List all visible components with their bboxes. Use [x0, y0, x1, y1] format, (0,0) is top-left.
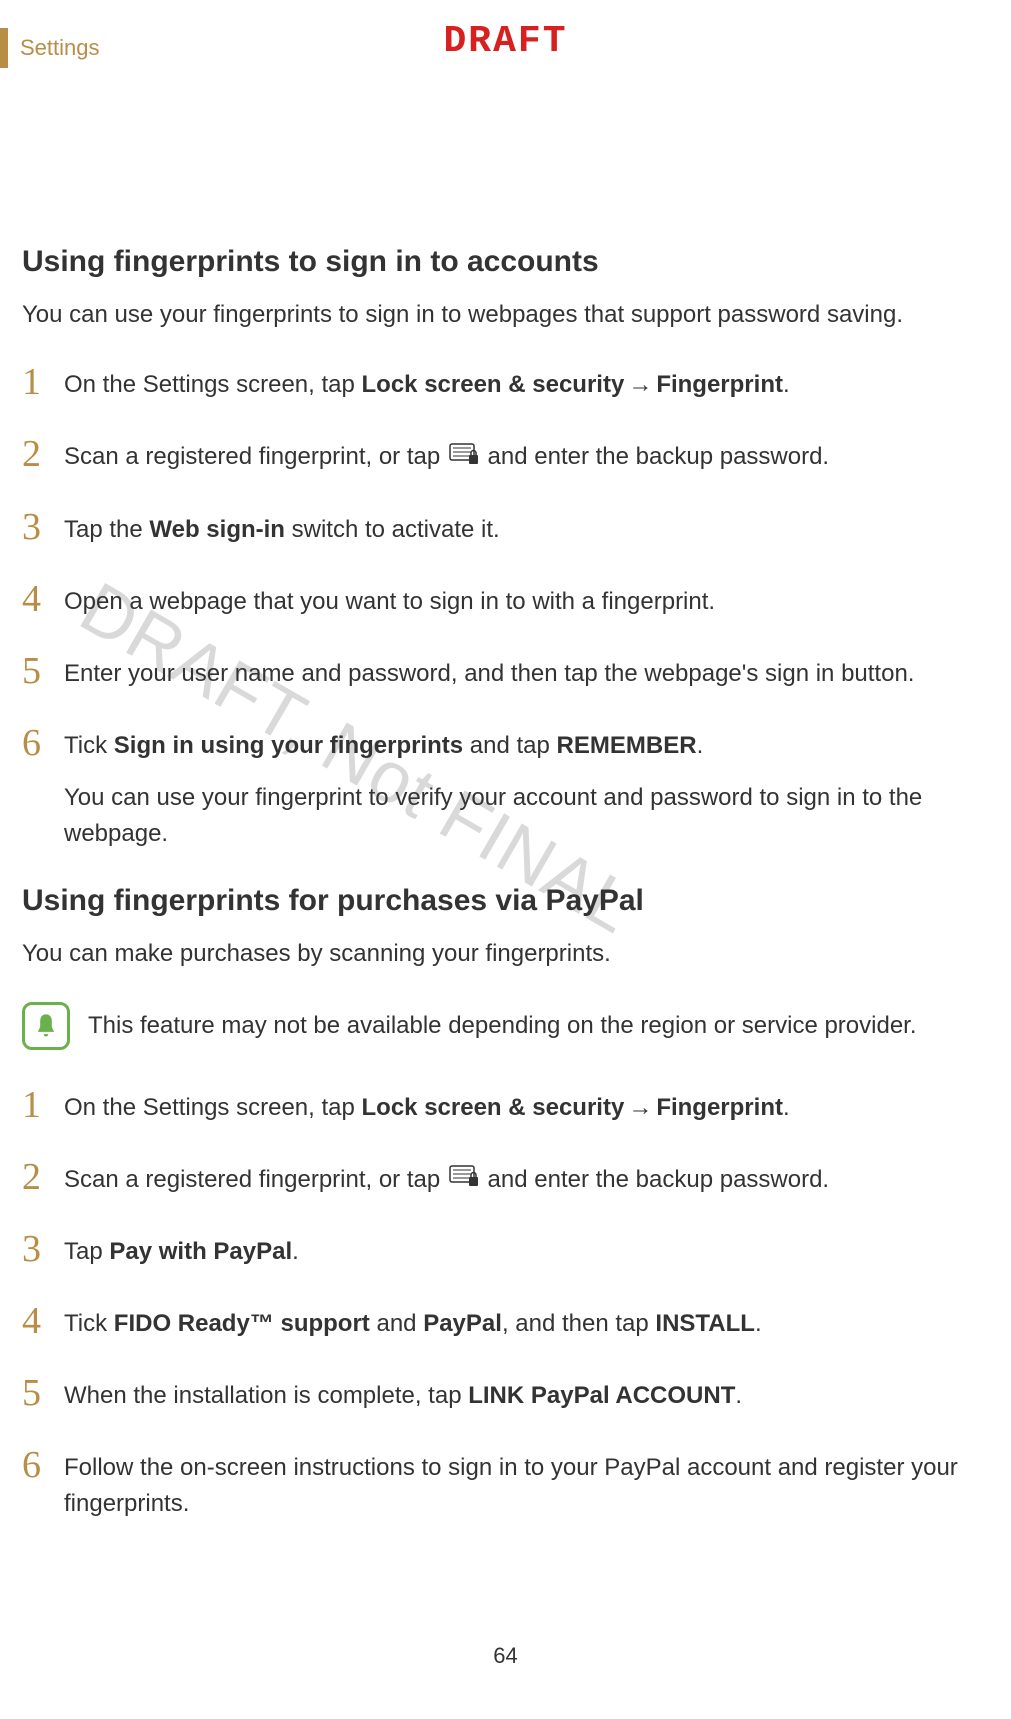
step-text: Tap Pay with PayPal.	[64, 1230, 299, 1270]
list-item: 4 Open a webpage that you want to sign i…	[22, 580, 989, 620]
step-text: Tick FIDO Ready™ support and PayPal, and…	[64, 1302, 762, 1342]
section1-intro: You can use your fingerprints to sign in…	[22, 297, 989, 333]
section-tab-bar	[0, 28, 8, 68]
step-text: Open a webpage that you want to sign in …	[64, 580, 715, 620]
section1-steps: 1 On the Settings screen, tap Lock scree…	[22, 363, 989, 852]
step-number: 1	[22, 363, 64, 401]
step-text: Scan a registered fingerprint, or tap an…	[64, 1158, 829, 1199]
keyboard-lock-icon	[449, 440, 479, 476]
list-item: 2 Scan a registered fingerprint, or tap …	[22, 1158, 989, 1199]
step-text: On the Settings screen, tap Lock screen …	[64, 363, 790, 403]
page-number: 64	[493, 1643, 517, 1669]
list-item: 6 Tick Sign in using your fingerprints a…	[22, 724, 989, 852]
note-box: This feature may not be available depend…	[22, 1002, 989, 1050]
step-number: 2	[22, 435, 64, 473]
step-text: When the installation is complete, tap L…	[64, 1374, 742, 1414]
page-header: Settings DRAFT	[0, 0, 1011, 63]
step-number: 5	[22, 652, 64, 690]
step-text: Tick Sign in using your fingerprints and…	[64, 724, 989, 852]
list-item: 4 Tick FIDO Ready™ support and PayPal, a…	[22, 1302, 989, 1342]
step-number: 5	[22, 1374, 64, 1412]
bell-icon	[22, 1002, 70, 1050]
section-label: Settings	[20, 35, 100, 61]
step-number: 4	[22, 1302, 64, 1340]
section2-steps: 1 On the Settings screen, tap Lock scree…	[22, 1086, 989, 1523]
step-number: 3	[22, 1230, 64, 1268]
list-item: 2 Scan a registered fingerprint, or tap …	[22, 435, 989, 476]
list-item: 5 Enter your user name and password, and…	[22, 652, 989, 692]
step-text: Follow the on-screen instructions to sig…	[64, 1446, 989, 1522]
step-number: 6	[22, 724, 64, 762]
section-tab: Settings	[0, 28, 100, 68]
step-number: 1	[22, 1086, 64, 1124]
step-number: 2	[22, 1158, 64, 1196]
step-text: Enter your user name and password, and t…	[64, 652, 914, 692]
list-item: 3 Tap Pay with PayPal.	[22, 1230, 989, 1270]
main-content: DRAFT, Not FINAL Using fingerprints to s…	[0, 63, 1011, 1522]
section1-title: Using fingerprints to sign in to account…	[22, 245, 989, 279]
step-number: 3	[22, 508, 64, 546]
list-item: 1 On the Settings screen, tap Lock scree…	[22, 363, 989, 403]
list-item: 5 When the installation is complete, tap…	[22, 1374, 989, 1414]
step-number: 6	[22, 1446, 64, 1484]
keyboard-lock-icon	[449, 1162, 479, 1198]
list-item: 1 On the Settings screen, tap Lock scree…	[22, 1086, 989, 1126]
section2-title: Using fingerprints for purchases via Pay…	[22, 884, 989, 918]
step-number: 4	[22, 580, 64, 618]
step-subtext: You can use your fingerprint to verify y…	[64, 780, 989, 852]
list-item: 6 Follow the on-screen instructions to s…	[22, 1446, 989, 1522]
step-text: Tap the Web sign-in switch to activate i…	[64, 508, 500, 548]
step-text: On the Settings screen, tap Lock screen …	[64, 1086, 790, 1126]
step-text: Scan a registered fingerprint, or tap an…	[64, 435, 829, 476]
draft-header: DRAFT	[0, 20, 1011, 63]
section2-intro: You can make purchases by scanning your …	[22, 936, 989, 972]
list-item: 3 Tap the Web sign-in switch to activate…	[22, 508, 989, 548]
note-text: This feature may not be available depend…	[88, 1008, 917, 1044]
